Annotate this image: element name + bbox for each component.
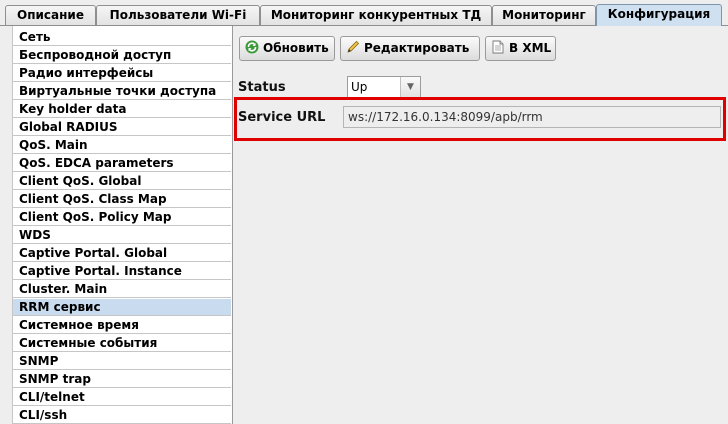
- sidebar-gutter: [0, 26, 13, 424]
- export-xml-label: В XML: [509, 41, 552, 55]
- sidebar-item-system-time[interactable]: Системное время: [13, 317, 231, 334]
- edit-button[interactable]: Редактировать: [340, 36, 480, 61]
- export-xml-button[interactable]: В XML: [485, 36, 556, 61]
- chevron-down-icon[interactable]: ▼: [400, 77, 420, 98]
- sidebar-item-radio-interfaces[interactable]: Радио интерфейсы: [13, 65, 231, 82]
- rrm-service-form: Status Up ▼ Service URL ws://172.16.0.13…: [234, 66, 728, 424]
- sidebar-item-global-radius[interactable]: Global RADIUS: [13, 119, 231, 136]
- status-label: Status: [238, 80, 286, 95]
- sidebar-item-client-qos-global[interactable]: Client QoS. Global: [13, 173, 231, 190]
- document-icon: [490, 37, 506, 60]
- sidebar-item-key-holder-data[interactable]: Key holder data: [13, 101, 231, 118]
- sidebar-item-system-events[interactable]: Системные события: [13, 335, 231, 352]
- service-url-label: Service URL: [238, 110, 326, 125]
- sidebar-item-snmp-trap[interactable]: SNMP trap: [13, 371, 231, 388]
- tab-wifi-users[interactable]: Пользователи Wi-Fi: [96, 5, 260, 25]
- sidebar-item-client-qos-policy-map[interactable]: Client QoS. Policy Map: [13, 209, 231, 226]
- sidebar-item-wireless-access[interactable]: Беспроводной доступ: [13, 47, 231, 64]
- sidebar-item-cli-ssh[interactable]: CLI/ssh: [13, 407, 231, 424]
- refresh-icon: [244, 37, 260, 60]
- tab-configuration[interactable]: Конфигурация: [596, 4, 722, 26]
- sidebar-item-virtual-aps[interactable]: Виртуальные точки доступа: [13, 83, 231, 100]
- sidebar-item-rrm-service[interactable]: RRM сервис: [13, 299, 231, 316]
- tab-description[interactable]: Описание: [5, 5, 96, 25]
- toolbar: Обновить Редактировать В XML: [234, 26, 728, 66]
- sidebar-item-captive-portal-instance[interactable]: Captive Portal. Instance: [13, 263, 231, 280]
- status-select-value: Up: [351, 80, 368, 94]
- config-sidebar: Сеть Беспроводной доступ Радио интерфейс…: [0, 26, 233, 424]
- sidebar-item-cli-telnet[interactable]: CLI/telnet: [13, 389, 231, 406]
- tab-monitoring[interactable]: Мониторинг: [492, 5, 596, 25]
- sidebar-item-cluster-main[interactable]: Cluster. Main: [13, 281, 231, 298]
- sidebar-item-captive-portal-global[interactable]: Captive Portal. Global: [13, 245, 231, 262]
- sidebar-item-snmp[interactable]: SNMP: [13, 353, 231, 370]
- tab-bar: Описание Пользователи Wi-Fi Мониторинг к…: [0, 0, 728, 26]
- sidebar-item-qos-edca[interactable]: QoS. EDCA parameters: [13, 155, 231, 172]
- sidebar-item-wds[interactable]: WDS: [13, 227, 231, 244]
- sidebar-item-qos-main[interactable]: QoS. Main: [13, 137, 231, 154]
- refresh-label: Обновить: [263, 41, 329, 55]
- edit-label: Редактировать: [364, 41, 470, 55]
- status-select[interactable]: Up ▼: [347, 76, 421, 99]
- refresh-button[interactable]: Обновить: [239, 36, 335, 61]
- pencil-icon: [345, 37, 361, 60]
- sidebar-item-client-qos-class-map[interactable]: Client QoS. Class Map: [13, 191, 231, 208]
- service-url-field[interactable]: ws://172.16.0.134:8099/apb/rrm: [343, 106, 721, 128]
- tab-competitor-monitoring[interactable]: Мониторинг конкурентных ТД: [260, 5, 492, 25]
- sidebar-item-network[interactable]: Сеть: [13, 29, 231, 46]
